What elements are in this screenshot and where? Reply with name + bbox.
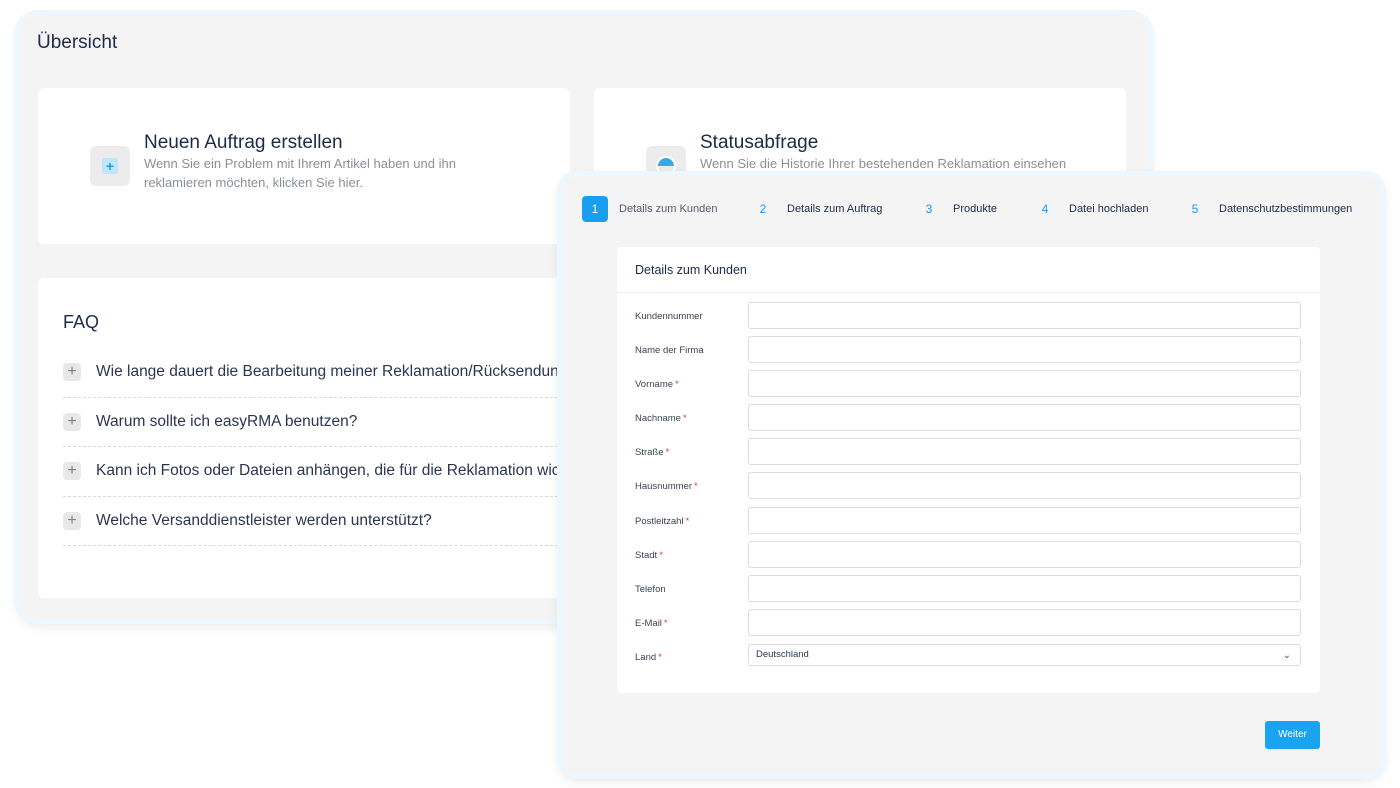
email-input[interactable] — [748, 608, 1301, 636]
faq-question: Warum sollte ich easyRMA benutzen? — [96, 412, 358, 430]
wizard-panel: 1 Details zum Kunden 2 Details zum Auftr… — [563, 177, 1380, 773]
field-label: Vorname * — [635, 379, 679, 391]
faq-question: Kann ich Fotos oder Dateien anhängen, di… — [96, 462, 570, 480]
required-mark: * — [663, 617, 668, 629]
step-number: 1 — [582, 196, 608, 222]
required-mark: * — [665, 447, 670, 459]
step-label: Datei hochladen — [1069, 203, 1149, 215]
form-row-email: E-Mail * — [617, 608, 1320, 643]
required-mark: * — [685, 515, 690, 527]
form-row-city: Stadt * — [617, 540, 1320, 575]
expand-icon: + — [63, 363, 81, 382]
step-number: 2 — [759, 202, 767, 216]
step-number: 3 — [925, 202, 933, 216]
step-customer-details[interactable]: 1 Details zum Kunden — [582, 196, 717, 222]
form-row-country: Land * Deutschland ⌄ — [617, 643, 1320, 677]
required-mark: * — [694, 481, 698, 493]
step-products[interactable]: 3 Produkte — [916, 196, 997, 222]
postal-code-input[interactable] — [748, 506, 1301, 534]
faq-list: + Wie lange dauert die Bearbeitung meine… — [63, 348, 570, 546]
new-order-text: Wenn Sie ein Problem mit Ihrem Artikel h… — [144, 156, 456, 190]
new-order-card[interactable]: + Neuen Auftrag erstellen Wenn Sie ein P… — [38, 88, 570, 244]
last-name-input[interactable] — [748, 404, 1301, 432]
step-file-upload[interactable]: 4 Datei hochladen — [1032, 196, 1149, 222]
form-rows: Kundennummer Name der Firma Vorname * Nac… — [617, 302, 1320, 677]
status-heading: Statusabfrage — [700, 132, 819, 153]
step-label: Details zum Auftrag — [787, 203, 883, 215]
form-row-postal-code: Postleitzahl * — [617, 506, 1320, 541]
step-label: Produkte — [953, 203, 998, 215]
required-mark: * — [659, 549, 663, 561]
overview-title: Übersicht — [37, 32, 118, 53]
expand-icon: + — [63, 462, 81, 481]
form-row-customer-number: Kundennummer — [617, 302, 1320, 336]
field-label: E-Mail * — [635, 617, 668, 629]
faq-question: Wie lange dauert die Bearbeitung meiner … — [96, 363, 570, 381]
field-label: Straße * — [635, 447, 670, 459]
next-button[interactable]: Weiter — [1265, 721, 1320, 749]
country-select-value: Deutschland — [756, 648, 809, 660]
new-order-heading: Neuen Auftrag erstellen — [144, 132, 343, 153]
form-row-phone: Telefon — [617, 574, 1320, 609]
form-row-house-number: Hausnummer * — [617, 472, 1320, 506]
country-select[interactable]: Deutschland ⌄ — [748, 643, 1301, 666]
faq-card: FAQ + Wie lange dauert die Bearbeitung m… — [38, 278, 570, 598]
chevron-down-icon: ⌄ — [1282, 649, 1291, 661]
faq-question: Welche Versanddienstleister werden unter… — [96, 511, 432, 529]
first-name-input[interactable] — [748, 370, 1301, 398]
step-privacy[interactable]: 5 Datenschutzbestimmungen — [1182, 196, 1353, 222]
required-mark: * — [658, 651, 662, 663]
field-label: Telefon — [635, 583, 666, 595]
field-label: Name der Firma — [635, 345, 704, 357]
faq-item[interactable]: + Wie lange dauert die Bearbeitung meine… — [63, 348, 570, 398]
form-title: Details zum Kunden — [617, 247, 1320, 293]
wizard-steps: 1 Details zum Kunden 2 Details zum Auftr… — [563, 177, 1380, 237]
company-name-input[interactable] — [748, 336, 1301, 364]
step-label: Details zum Kunden — [619, 203, 718, 215]
customer-number-input[interactable] — [748, 302, 1301, 329]
form-row-company: Name der Firma — [617, 336, 1320, 370]
faq-item[interactable]: + Welche Versanddienstleister werden unt… — [63, 497, 570, 546]
faq-item[interactable]: + Warum sollte ich easyRMA benutzen? — [63, 398, 570, 447]
form-row-first-name: Vorname * — [617, 370, 1320, 404]
field-label: Land * — [635, 651, 662, 663]
expand-icon: + — [63, 412, 81, 431]
faq-item[interactable]: + Kann ich Fotos oder Dateien anhängen, … — [63, 447, 570, 497]
step-number: 4 — [1041, 202, 1049, 216]
step-number: 5 — [1191, 202, 1199, 216]
field-label: Kundennummer — [635, 311, 703, 322]
field-label: Nachname * — [635, 413, 687, 425]
step-order-details[interactable]: 2 Details zum Auftrag — [750, 196, 883, 222]
required-mark: * — [682, 413, 687, 425]
phone-input[interactable] — [748, 574, 1301, 602]
plus-icon: + — [90, 146, 130, 186]
field-label: Stadt * — [635, 549, 663, 561]
street-input[interactable] — [748, 438, 1301, 466]
house-number-input[interactable] — [748, 472, 1301, 500]
city-input[interactable] — [748, 540, 1301, 568]
form-row-street: Straße * — [617, 438, 1320, 472]
faq-title: FAQ — [63, 312, 100, 332]
step-label: Datenschutzbestimmungen — [1219, 203, 1353, 215]
customer-form: Details zum Kunden Kundennummer Name der… — [617, 247, 1320, 693]
expand-icon: + — [63, 511, 81, 530]
required-mark: * — [675, 379, 679, 391]
status-text: Wenn Sie die Historie Ihrer bestehenden … — [700, 156, 1067, 171]
field-label: Postleitzahl * — [635, 515, 690, 527]
form-row-last-name: Nachname * — [617, 404, 1320, 438]
field-label: Hausnummer * — [635, 481, 698, 493]
